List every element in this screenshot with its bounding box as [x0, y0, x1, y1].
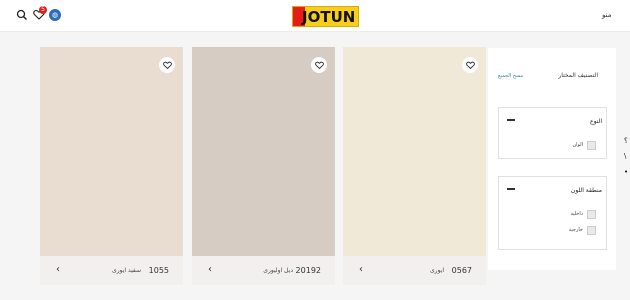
- color-name: دیل اولیوری: [263, 267, 293, 274]
- favorite-heart-icon[interactable]: [159, 57, 175, 73]
- selected-filters-title: التصنیف المختار: [558, 72, 598, 79]
- jotun-logo[interactable]: JOTUN: [292, 6, 359, 27]
- filter-option-colors[interactable]: الوان: [572, 140, 596, 150]
- search-icon[interactable]: [15, 8, 29, 22]
- edge-text-fragment: •: [624, 168, 629, 176]
- edge-text-fragment: \: [624, 152, 627, 160]
- top-header: 5 ◍ JOTUN منو: [0, 0, 630, 32]
- color-swatch[interactable]: [40, 47, 183, 256]
- color-swatch[interactable]: [192, 47, 335, 256]
- filter-option-exterior[interactable]: خارجية: [569, 225, 596, 235]
- color-swatch[interactable]: [343, 47, 486, 256]
- favorite-heart-icon[interactable]: [311, 57, 327, 73]
- color-card[interactable]: ‹ ایوری 0567: [343, 47, 486, 285]
- filter-option-interior[interactable]: داخلية: [570, 209, 596, 219]
- filter-type-box: النوع الوان: [498, 107, 607, 159]
- color-code: 1055: [148, 266, 169, 275]
- color-card[interactable]: ‹ دیل اولیوری 20192: [192, 47, 335, 285]
- filter-option-label: داخلية: [570, 211, 583, 217]
- color-info-bar[interactable]: ‹ دیل اولیوری 20192: [192, 256, 335, 285]
- filter-checkbox[interactable]: [587, 225, 596, 235]
- clear-all-link[interactable]: مسح الجمیع: [498, 72, 523, 80]
- chevron-left-icon[interactable]: ‹: [56, 264, 60, 276]
- wishlist-count-badge: 5: [39, 6, 47, 14]
- color-info-bar[interactable]: ‹ سفید ایوری 1055: [40, 256, 183, 285]
- color-code: 0567: [451, 266, 472, 275]
- filter-sidebar: التصنیف المختار مسح الجمیع النوع الوان م…: [488, 48, 616, 270]
- language-globe-icon[interactable]: ◍: [49, 9, 61, 21]
- logo-text: JOTUN: [302, 8, 356, 26]
- collapse-minus-icon[interactable]: [507, 119, 515, 121]
- color-name: ایوری: [429, 267, 444, 274]
- color-code: 20192: [295, 266, 321, 275]
- edge-text-fragment: ؟: [624, 137, 628, 145]
- filter-option-label: خارجية: [568, 227, 583, 233]
- filter-option-label: الوان: [572, 142, 583, 148]
- filter-color-area-box: منطقة اللون داخلية خارجية: [498, 176, 607, 250]
- filter-checkbox[interactable]: [587, 209, 596, 219]
- chevron-left-icon[interactable]: ‹: [359, 264, 363, 276]
- chevron-left-icon[interactable]: ‹: [208, 264, 212, 276]
- color-name: سفید ایوری: [112, 267, 141, 274]
- color-info-bar[interactable]: ‹ ایوری 0567: [343, 256, 486, 285]
- menu-label[interactable]: منو: [602, 11, 614, 19]
- favorite-heart-icon[interactable]: [462, 57, 478, 73]
- collapse-minus-icon[interactable]: [507, 188, 515, 190]
- filter-type-title[interactable]: النوع: [590, 118, 602, 126]
- filter-color-area-title[interactable]: منطقة اللون: [571, 187, 602, 195]
- color-card[interactable]: ‹ سفید ایوری 1055: [40, 47, 183, 285]
- filter-checkbox[interactable]: [587, 140, 596, 150]
